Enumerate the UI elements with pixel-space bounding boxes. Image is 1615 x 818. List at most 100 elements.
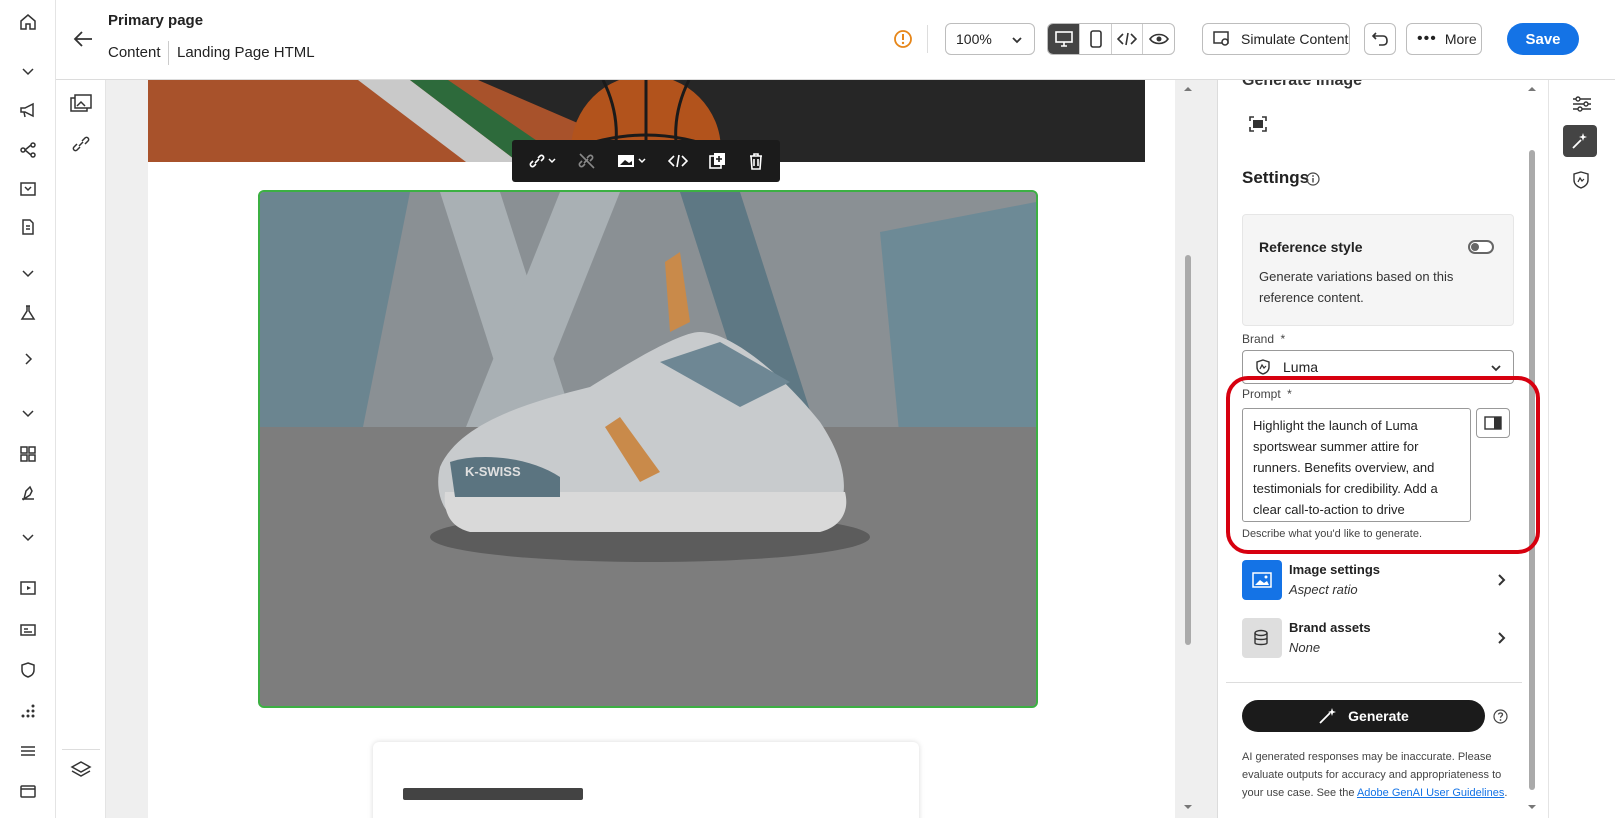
landing-page-preview: K-SWISS bbox=[148, 80, 1175, 818]
preview-eye-icon[interactable] bbox=[1142, 24, 1174, 54]
folder-icon[interactable] bbox=[17, 780, 39, 802]
generate-label: Generate bbox=[1348, 708, 1409, 724]
back-arrow-icon[interactable] bbox=[70, 27, 98, 51]
document-icon[interactable] bbox=[17, 216, 39, 238]
megaphone-icon[interactable] bbox=[17, 99, 39, 121]
media-icon[interactable] bbox=[17, 577, 39, 599]
prompt-required-mark: * bbox=[1287, 387, 1292, 401]
more-label: More bbox=[1444, 31, 1477, 47]
journey-icon[interactable] bbox=[17, 139, 39, 161]
editor-side-toolbar bbox=[56, 80, 106, 818]
chevron-down-icon bbox=[1012, 37, 1022, 44]
content-card[interactable] bbox=[373, 742, 919, 818]
canvas-scrollbar[interactable] bbox=[1181, 80, 1195, 818]
genai-guidelines-link[interactable]: Adobe GenAI User Guidelines bbox=[1357, 787, 1504, 799]
reference-style-toggle[interactable] bbox=[1468, 240, 1494, 254]
undo-button[interactable] bbox=[1364, 23, 1396, 55]
info-icon[interactable] bbox=[1306, 172, 1320, 186]
panel-divider bbox=[1226, 682, 1522, 683]
home-icon[interactable] bbox=[17, 11, 39, 33]
image-settings-row[interactable]: Image settings Aspect ratio bbox=[1242, 560, 1522, 600]
header: Primary page Content Landing Page HTML 1… bbox=[56, 0, 1615, 80]
prompt-help-text: Describe what you'd like to generate. bbox=[1242, 528, 1423, 540]
fullscreen-icon[interactable] bbox=[1248, 115, 1268, 133]
chevron-down-icon bbox=[1491, 365, 1501, 372]
chevron-down-icon[interactable] bbox=[17, 526, 39, 548]
sliders-icon[interactable] bbox=[1571, 94, 1593, 114]
chevron-down-icon[interactable] bbox=[17, 402, 39, 424]
prompt-label-text: Prompt bbox=[1242, 387, 1281, 401]
page-title: Primary page bbox=[108, 12, 204, 29]
prompt-textarea[interactable]: Highlight the launch of Luma sportswear … bbox=[1242, 408, 1471, 522]
magic-wand-icon bbox=[1319, 708, 1337, 724]
brand-select-value: Luma bbox=[1283, 359, 1319, 375]
panel-section-title: Generate image bbox=[1242, 80, 1363, 89]
simulate-content-label: Simulate Content bbox=[1241, 31, 1349, 47]
undo-icon bbox=[1371, 32, 1388, 46]
chevron-right-icon bbox=[1498, 574, 1506, 586]
chevron-right-icon[interactable] bbox=[17, 348, 39, 370]
assets-icon[interactable] bbox=[70, 94, 92, 114]
shoe-brand-text: K-SWISS bbox=[465, 464, 521, 479]
decisioning-icon[interactable] bbox=[17, 482, 39, 504]
right-rail bbox=[1548, 80, 1615, 818]
image-settings-title: Image settings bbox=[1289, 562, 1381, 577]
brand-assets-title: Brand assets bbox=[1289, 620, 1371, 635]
delete-icon[interactable] bbox=[748, 152, 764, 170]
card-heading-partial bbox=[403, 788, 583, 800]
device-toggle-group bbox=[1047, 23, 1175, 55]
brand-required-mark: * bbox=[1280, 332, 1286, 346]
duplicate-icon[interactable] bbox=[708, 152, 727, 170]
zoom-select[interactable]: 100% bbox=[945, 23, 1035, 55]
html-code-icon[interactable] bbox=[667, 153, 688, 169]
breadcrumb-divider bbox=[168, 41, 169, 65]
brand-assets-icon bbox=[1242, 618, 1282, 658]
chevron-down-icon[interactable] bbox=[17, 262, 39, 284]
image-settings-subtitle: Aspect ratio bbox=[1289, 582, 1358, 597]
brand-label-text: Brand bbox=[1242, 332, 1275, 346]
chevron-right-icon bbox=[1498, 632, 1506, 644]
layers-icon[interactable] bbox=[70, 760, 92, 780]
prompt-library-icon bbox=[1484, 416, 1502, 430]
more-dots-icon: ••• bbox=[1417, 30, 1437, 47]
breadcrumb-landing-page[interactable]: Landing Page HTML bbox=[177, 44, 315, 61]
content-template-icon[interactable] bbox=[17, 178, 39, 200]
brand-shield-icon[interactable] bbox=[1571, 170, 1591, 190]
editor-canvas: K-SWISS bbox=[106, 80, 1217, 818]
link-icon[interactable] bbox=[70, 134, 92, 154]
brand-select[interactable]: Luma bbox=[1242, 350, 1514, 384]
disclaimer-end: . bbox=[1504, 787, 1508, 799]
more-button[interactable]: ••• More bbox=[1406, 23, 1482, 55]
ai-generate-icon[interactable] bbox=[1563, 125, 1597, 157]
components-icon[interactable] bbox=[17, 443, 39, 465]
flask-icon[interactable] bbox=[17, 302, 39, 324]
link-dropdown-icon[interactable] bbox=[529, 152, 557, 170]
brand-shield-icon[interactable] bbox=[17, 659, 39, 681]
mobile-icon[interactable] bbox=[1079, 24, 1111, 54]
warning-icon[interactable] bbox=[893, 29, 913, 49]
simulate-content-button[interactable]: Simulate Content bbox=[1202, 23, 1350, 55]
help-icon[interactable] bbox=[1493, 709, 1508, 724]
reference-style-title: Reference style bbox=[1259, 239, 1363, 255]
toolbar-divider bbox=[62, 749, 100, 750]
generate-button[interactable]: Generate bbox=[1242, 700, 1485, 732]
selected-hero-image[interactable]: K-SWISS bbox=[258, 190, 1038, 708]
prompt-library-button[interactable] bbox=[1476, 408, 1510, 438]
save-button[interactable]: Save bbox=[1507, 23, 1579, 55]
element-toolbar bbox=[512, 140, 780, 182]
code-icon[interactable] bbox=[1110, 24, 1143, 54]
menu-lines-icon[interactable] bbox=[17, 740, 39, 762]
chevron-down-icon[interactable] bbox=[17, 60, 39, 82]
settings-title: Settings bbox=[1242, 168, 1310, 187]
panel-scrollbar[interactable] bbox=[1525, 80, 1539, 818]
brand-assets-subtitle: None bbox=[1289, 640, 1321, 655]
unlink-icon[interactable] bbox=[578, 152, 596, 170]
breadcrumb-content[interactable]: Content bbox=[108, 44, 161, 61]
card-icon[interactable] bbox=[17, 619, 39, 641]
brand-assets-row[interactable]: Brand assets None bbox=[1242, 618, 1522, 658]
reference-style-description: Generate variations based on this refere… bbox=[1259, 269, 1454, 305]
image-dropdown-icon[interactable] bbox=[617, 152, 647, 170]
zoom-value: 100% bbox=[956, 31, 992, 47]
dots-grid-icon[interactable] bbox=[17, 700, 39, 722]
desktop-icon[interactable] bbox=[1048, 24, 1080, 54]
